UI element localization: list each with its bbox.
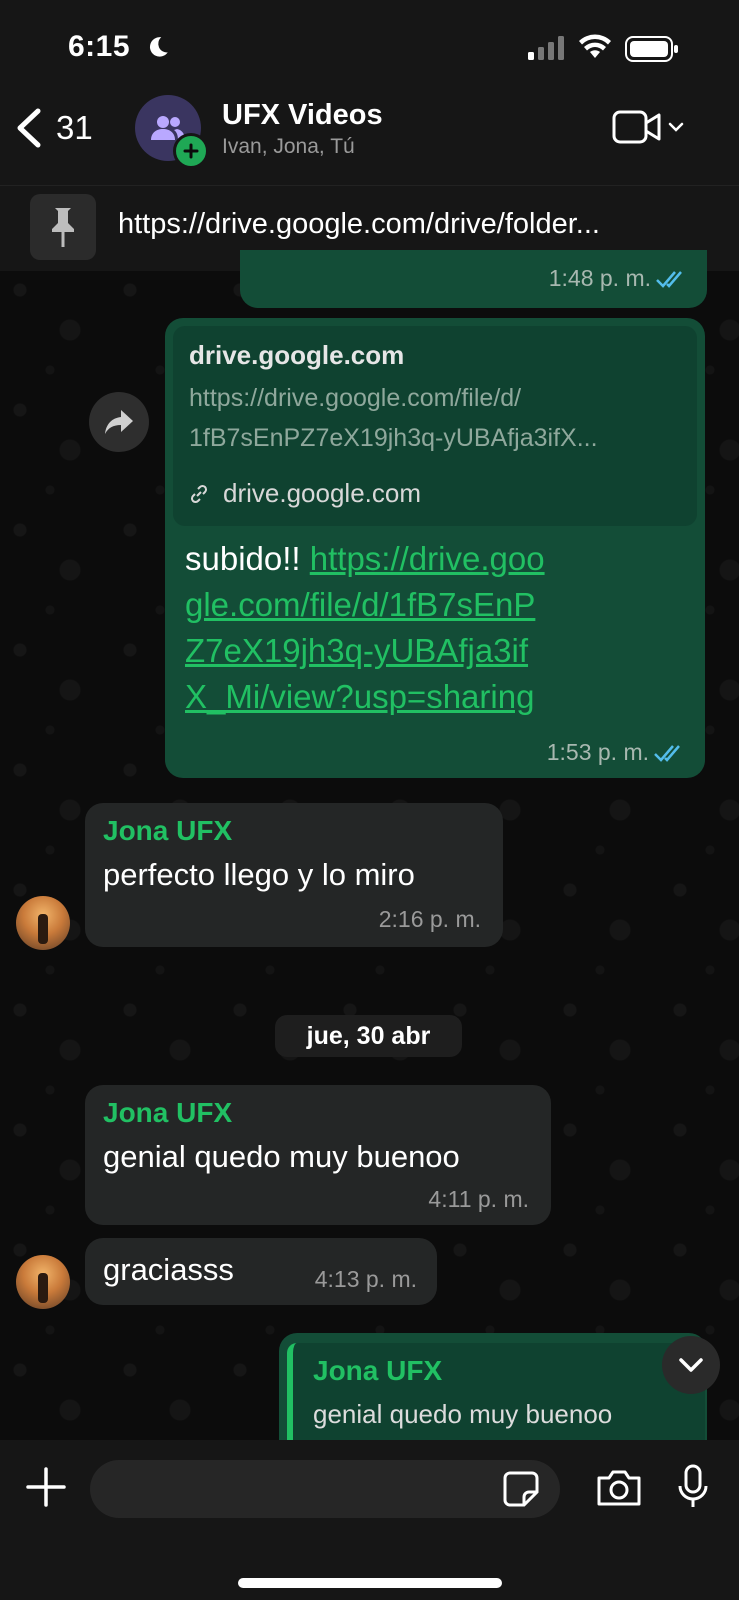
avatar[interactable]: [16, 896, 70, 950]
preview-domain: drive.google.com: [189, 340, 405, 370]
back-button[interactable]: 31: [14, 103, 93, 153]
camera-icon[interactable]: [595, 1468, 643, 1508]
message-bubble[interactable]: Jona UFX genial quedo muy buenoo: [279, 1333, 707, 1443]
moon-icon: [149, 37, 168, 57]
microphone-icon[interactable]: [676, 1464, 710, 1510]
message-meta: 4:11 p. m.: [428, 1186, 529, 1213]
message-bubble[interactable]: Jona UFX perfecto llego y lo miro 2:16 p…: [85, 803, 503, 947]
sticker-icon[interactable]: [502, 1470, 540, 1508]
wifi-icon: [579, 34, 611, 58]
home-indicator: [238, 1578, 502, 1588]
pin-icon: [30, 194, 96, 260]
battery-icon: [625, 36, 678, 62]
video-camera-icon: [612, 110, 661, 144]
message-bubble[interactable]: 1:48 p. m.: [240, 250, 707, 308]
unread-count: 31: [56, 109, 93, 146]
message-text: genial quedo muy buenoo: [103, 1139, 460, 1174]
sender-name[interactable]: Jona UFX: [103, 1097, 232, 1129]
quote-sender: Jona UFX: [313, 1355, 443, 1386]
message-bubble[interactable]: Jona UFX genial quedo muy buenoo 4:11 p.…: [85, 1085, 551, 1225]
link-icon: [190, 484, 208, 503]
chevron-left-icon: [17, 108, 41, 148]
pinned-message-text: https://drive.google.com/drive/folder...: [118, 208, 600, 240]
message-bubble[interactable]: graciasss 4:13 p. m.: [85, 1238, 437, 1305]
link-preview-card[interactable]: drive.google.com https://drive.google.co…: [173, 326, 697, 526]
add-member-badge[interactable]: [173, 133, 209, 169]
message-composer: [0, 1440, 739, 1600]
chevron-down-icon: [668, 122, 684, 132]
preview-link-label: drive.google.com: [223, 478, 421, 508]
message-text: graciasss: [103, 1252, 234, 1287]
message-text: perfecto llego y lo miro: [103, 857, 415, 892]
message-meta: 2:16 p. m.: [379, 906, 481, 933]
quote-text: genial quedo muy buenoo: [313, 1399, 613, 1429]
date-divider: jue, 30 abr: [275, 1015, 462, 1057]
video-call-button[interactable]: [612, 109, 684, 145]
double-check-icon: [656, 270, 682, 288]
preview-url: https://drive.google.com/file/d/ 1fB7sEn…: [189, 384, 598, 452]
message-time: 1:48 p. m.: [548, 265, 651, 291]
chevron-down-icon: [679, 1358, 703, 1372]
status-time: 6:15: [68, 30, 131, 63]
message-meta: 1:53 p. m.: [547, 739, 685, 766]
plus-icon: [183, 143, 199, 159]
double-check-icon: [654, 744, 680, 762]
signal-icon: [528, 36, 564, 60]
scroll-to-bottom-button[interactable]: [662, 1336, 720, 1394]
status-bar: 6:15: [0, 0, 739, 95]
quoted-message[interactable]: Jona UFX genial quedo muy buenoo: [287, 1343, 705, 1443]
chat-title[interactable]: UFX Videos: [222, 99, 383, 132]
chat-header: 31 UFX Videos Ivan, Jona, Tú: [0, 95, 739, 185]
message-bubble[interactable]: drive.google.com https://drive.google.co…: [165, 318, 705, 778]
attach-plus-icon[interactable]: [25, 1466, 67, 1508]
chat-participants[interactable]: Ivan, Jona, Tú: [222, 135, 355, 159]
message-meta: 4:13 p. m.: [315, 1266, 417, 1293]
message-time: 4:11 p. m.: [428, 1186, 529, 1212]
message-input[interactable]: [90, 1460, 560, 1518]
forward-button[interactable]: [89, 392, 149, 452]
message-text: subido!! https://drive.google.com/file/d…: [185, 540, 545, 715]
message-meta: 1:48 p. m.: [549, 265, 687, 292]
message-time: 2:16 p. m.: [378, 906, 481, 932]
message-time: 4:13 p. m.: [314, 1266, 417, 1292]
forward-icon: [105, 410, 133, 434]
avatar[interactable]: [16, 1255, 70, 1309]
message-time: 1:53 p. m.: [546, 739, 649, 765]
preview-link-row[interactable]: drive.google.com: [189, 478, 421, 509]
sender-name[interactable]: Jona UFX: [103, 815, 232, 847]
